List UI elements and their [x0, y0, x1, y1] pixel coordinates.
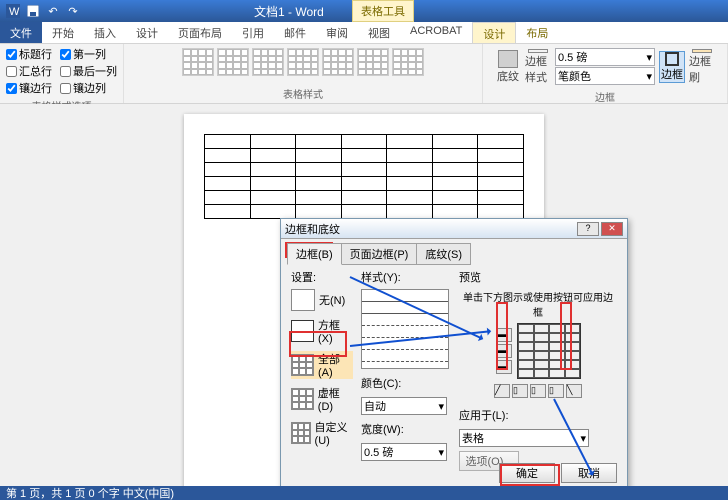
- svg-text:W: W: [9, 6, 20, 18]
- tab-design[interactable]: 设计: [126, 22, 168, 43]
- color-label: 颜色(C):: [361, 375, 451, 391]
- preview-hmid-border[interactable]: ▬: [496, 344, 512, 358]
- preview-hint: 单击下方图示或使用按钮可应用边框: [459, 289, 617, 319]
- style-thumb[interactable]: [322, 48, 354, 76]
- ribbon: 标题行 第一列 汇总行 最后一列 镶边行 镶边列 表格样式选项 表格样式 底纹 …: [0, 44, 728, 104]
- group-label-styles: 表格样式: [283, 86, 323, 101]
- dialog-tab-shading[interactable]: 底纹(S): [416, 243, 471, 265]
- width-label: 宽度(W):: [361, 421, 451, 437]
- group-table-style-options: 标题行 第一列 汇总行 最后一列 镶边行 镶边列 表格样式选项: [0, 44, 124, 103]
- settings-label: 设置:: [291, 269, 353, 285]
- tab-mailings[interactable]: 邮件: [274, 22, 316, 43]
- border-color-select[interactable]: 自动▾: [361, 397, 447, 415]
- border-painter-button[interactable]: 边框刷: [689, 49, 715, 85]
- group-table-styles: 表格样式: [124, 44, 483, 103]
- preview-vmid-border[interactable]: ▯: [530, 384, 546, 398]
- word-icon: W: [4, 2, 22, 20]
- border-style-button[interactable]: 边框样式: [525, 49, 551, 85]
- group-borders: 底纹 边框样式 0.5 磅▾ 笔颜色▾ 边框 边框刷 边框: [483, 44, 728, 103]
- shading-button[interactable]: 底纹: [495, 49, 521, 85]
- chevron-down-icon: ▾: [580, 432, 586, 445]
- style-thumb[interactable]: [357, 48, 389, 76]
- tab-file[interactable]: 文件: [0, 22, 42, 43]
- status-text: 第 1 页，共 1 页 0 个字 中文(中国): [6, 485, 174, 501]
- style-thumb[interactable]: [287, 48, 319, 76]
- style-label: 样式(Y):: [361, 269, 451, 285]
- border-width-select[interactable]: 0.5 磅▾: [361, 443, 447, 461]
- border-weight-select[interactable]: 0.5 磅▾: [555, 48, 655, 66]
- borders-shading-dialog: 边框和底纹 ? ✕ 边框(B) 页面边框(P) 底纹(S) 设置: 无(N) 方…: [280, 218, 628, 490]
- dialog-tab-page-border[interactable]: 页面边框(P): [341, 243, 418, 265]
- dialog-tab-borders[interactable]: 边框(B): [287, 243, 342, 265]
- preview-right-border[interactable]: ▯: [548, 384, 564, 398]
- preview-grid[interactable]: [517, 323, 581, 379]
- setting-custom[interactable]: 自定义(U): [291, 419, 353, 447]
- setting-all[interactable]: 全部(A): [291, 351, 353, 379]
- style-thumb[interactable]: [182, 48, 214, 76]
- contextual-tab-label: 表格工具: [352, 0, 414, 22]
- setting-none[interactable]: 无(N): [291, 289, 353, 311]
- style-thumb[interactable]: [252, 48, 284, 76]
- tab-home[interactable]: 开始: [42, 22, 84, 43]
- preview-column: 预览 单击下方图示或使用按钮可应用边框 ▬ ▬ ▬ ╱ ▯ ▯ ▯ ╲ 应用于(…: [459, 269, 617, 471]
- style-column: 样式(Y): 颜色(C): 自动▾ 宽度(W): 0.5 磅▾: [361, 269, 451, 471]
- table-styles-gallery[interactable]: [180, 46, 426, 78]
- statusbar: 第 1 页，共 1 页 0 个字 中文(中国): [0, 486, 728, 500]
- chk-first-col[interactable]: 第一列: [60, 46, 117, 62]
- apply-to-label: 应用于(L):: [459, 407, 617, 423]
- style-thumb[interactable]: [392, 48, 424, 76]
- help-icon[interactable]: ?: [577, 222, 599, 236]
- borders-dropdown[interactable]: 边框: [659, 51, 685, 83]
- preview-label: 预览: [459, 269, 617, 285]
- chevron-down-icon: ▾: [438, 400, 444, 413]
- setting-box[interactable]: 方框(X): [291, 317, 353, 345]
- dialog-title: 边框和底纹: [285, 221, 340, 237]
- style-thumb[interactable]: [217, 48, 249, 76]
- preview-left-border[interactable]: ▯: [512, 384, 528, 398]
- preview-bottom-border[interactable]: ▬: [496, 360, 512, 374]
- tab-table-layout[interactable]: 布局: [516, 22, 558, 43]
- close-icon[interactable]: ✕: [601, 222, 623, 236]
- chevron-down-icon: ▾: [438, 446, 444, 459]
- tab-insert[interactable]: 插入: [84, 22, 126, 43]
- preview-diag2[interactable]: ╲: [566, 384, 582, 398]
- pen-color-select[interactable]: 笔颜色▾: [555, 67, 655, 85]
- chk-banded-row[interactable]: 镶边行: [6, 80, 52, 96]
- dialog-titlebar[interactable]: 边框和底纹 ? ✕: [281, 219, 627, 239]
- undo-icon[interactable]: ↶: [44, 2, 62, 20]
- chk-header-row[interactable]: 标题行: [6, 46, 52, 62]
- sample-table[interactable]: [204, 134, 524, 219]
- chevron-down-icon: ▾: [646, 51, 652, 64]
- setting-grid[interactable]: 虚框(D): [291, 385, 353, 413]
- chk-total-row[interactable]: 汇总行: [6, 63, 52, 79]
- tab-acrobat[interactable]: ACROBAT: [400, 22, 472, 43]
- tab-references[interactable]: 引用: [232, 22, 274, 43]
- chk-last-col[interactable]: 最后一列: [60, 63, 117, 79]
- preview-top-border[interactable]: ▬: [496, 328, 512, 342]
- save-icon[interactable]: [24, 2, 42, 20]
- ribbon-tabs: 文件 开始 插入 设计 页面布局 引用 邮件 审阅 视图 ACROBAT 设计 …: [0, 22, 728, 44]
- tab-table-design[interactable]: 设计: [472, 22, 516, 43]
- tab-review[interactable]: 审阅: [316, 22, 358, 43]
- redo-icon[interactable]: ↷: [64, 2, 82, 20]
- document-title: 文档1 - Word: [254, 3, 324, 20]
- tab-view[interactable]: 视图: [358, 22, 400, 43]
- chevron-down-icon: ▾: [646, 70, 652, 83]
- preview-diag1[interactable]: ╱: [494, 384, 510, 398]
- ok-button[interactable]: 确定: [499, 463, 555, 483]
- dialog-tabs: 边框(B) 页面边框(P) 底纹(S): [281, 239, 627, 265]
- chk-banded-col[interactable]: 镶边列: [60, 80, 117, 96]
- settings-column: 设置: 无(N) 方框(X) 全部(A) 虚框(D) 自定义(U): [291, 269, 353, 471]
- tab-pagelayout[interactable]: 页面布局: [168, 22, 232, 43]
- group-label-borders: 边框: [595, 89, 615, 104]
